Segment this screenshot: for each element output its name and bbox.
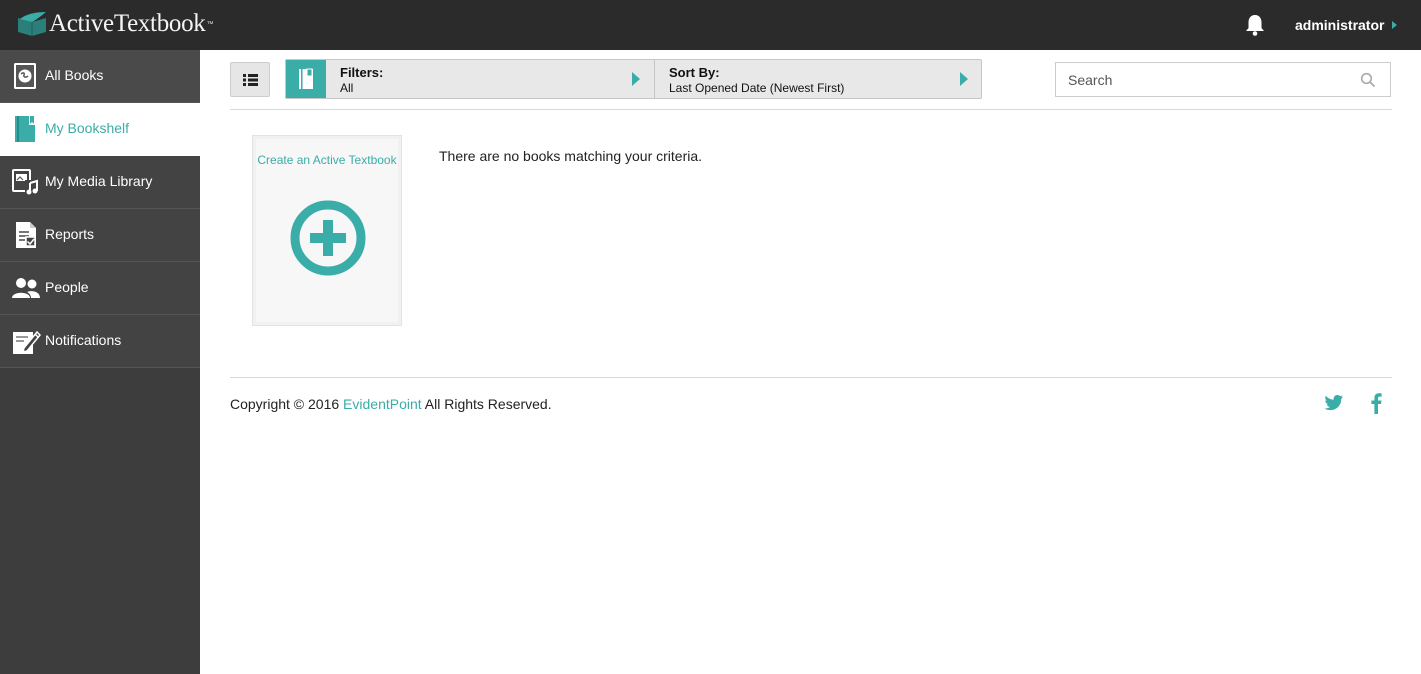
sort-value: Last Opened Date (Newest First) xyxy=(669,81,845,95)
sidebar-item-reports[interactable]: Reports xyxy=(0,209,200,262)
sidebar-item-notifications[interactable]: Notifications xyxy=(0,315,200,368)
copyright-prefix: Copyright © 2016 xyxy=(230,396,344,412)
bell-icon[interactable] xyxy=(1244,13,1266,37)
list-icon xyxy=(243,74,258,86)
sidebar: All Books My Bookshelf My Media Library xyxy=(0,50,200,674)
people-icon xyxy=(12,278,40,298)
media-library-icon xyxy=(12,169,39,195)
sort-dropdown[interactable]: Sort By: Last Opened Date (Newest First) xyxy=(655,60,981,98)
report-icon xyxy=(16,222,36,248)
trademark: ™ xyxy=(206,20,214,28)
bookshelf-icon xyxy=(15,116,35,142)
search-box xyxy=(1055,62,1391,97)
sort-arrow-icon xyxy=(960,72,968,86)
sidebar-item-label: Reports xyxy=(45,226,95,242)
globe-book-icon xyxy=(14,63,36,89)
notifications-icon xyxy=(13,330,41,354)
filters-arrow-icon xyxy=(632,72,640,86)
filter-book-icon-box xyxy=(286,60,326,98)
username: administrator xyxy=(1295,17,1385,33)
copyright-text: Copyright © 2016 EvidentPoint All Rights… xyxy=(230,396,552,412)
filters-title: Filters: xyxy=(340,65,384,80)
search-input[interactable] xyxy=(1056,63,1356,96)
sidebar-item-my-bookshelf[interactable]: My Bookshelf xyxy=(0,103,200,156)
company-link[interactable]: EvidentPoint xyxy=(343,396,422,412)
copyright-suffix: All Rights Reserved. xyxy=(421,396,552,412)
sidebar-item-label: Notifications xyxy=(45,332,122,348)
search-icon[interactable] xyxy=(1360,72,1376,88)
twitter-icon[interactable] xyxy=(1324,394,1344,412)
empty-state-message: There are no books matching your criteri… xyxy=(439,148,703,164)
list-view-button[interactable] xyxy=(230,62,270,97)
app-logo[interactable]: ActiveTextbook ™ xyxy=(16,8,214,40)
create-textbook-label: Create an Active Textbook xyxy=(257,153,397,167)
sidebar-item-label: My Media Library xyxy=(45,173,153,189)
sort-title: Sort By: xyxy=(669,65,720,80)
sidebar-item-label: All Books xyxy=(45,67,104,83)
create-textbook-card[interactable]: Create an Active Textbook xyxy=(252,135,402,326)
sidebar-item-people[interactable]: People xyxy=(0,262,200,315)
top-bar: ActiveTextbook ™ administrator xyxy=(0,0,1421,50)
sidebar-item-label: My Bookshelf xyxy=(45,120,130,136)
book-leaf-logo-icon xyxy=(18,12,46,36)
caret-right-icon xyxy=(1392,21,1398,29)
filter-sort-bar: Filters: All Sort By: Last Opened Date (… xyxy=(285,59,982,99)
sidebar-item-label: People xyxy=(45,279,89,295)
facebook-icon[interactable] xyxy=(1370,392,1382,414)
logo-text: ActiveTextbook xyxy=(49,10,206,37)
footer-divider xyxy=(230,377,1392,378)
filters-dropdown[interactable]: Filters: All xyxy=(326,60,654,98)
plus-circle-icon xyxy=(290,200,366,276)
sidebar-item-all-books[interactable]: All Books xyxy=(0,50,200,103)
header-divider xyxy=(230,109,1392,110)
filters-value: All xyxy=(340,81,354,95)
book-icon xyxy=(299,68,313,89)
user-menu[interactable]: administrator xyxy=(1295,17,1398,33)
sidebar-item-my-media-library[interactable]: My Media Library xyxy=(0,156,200,209)
